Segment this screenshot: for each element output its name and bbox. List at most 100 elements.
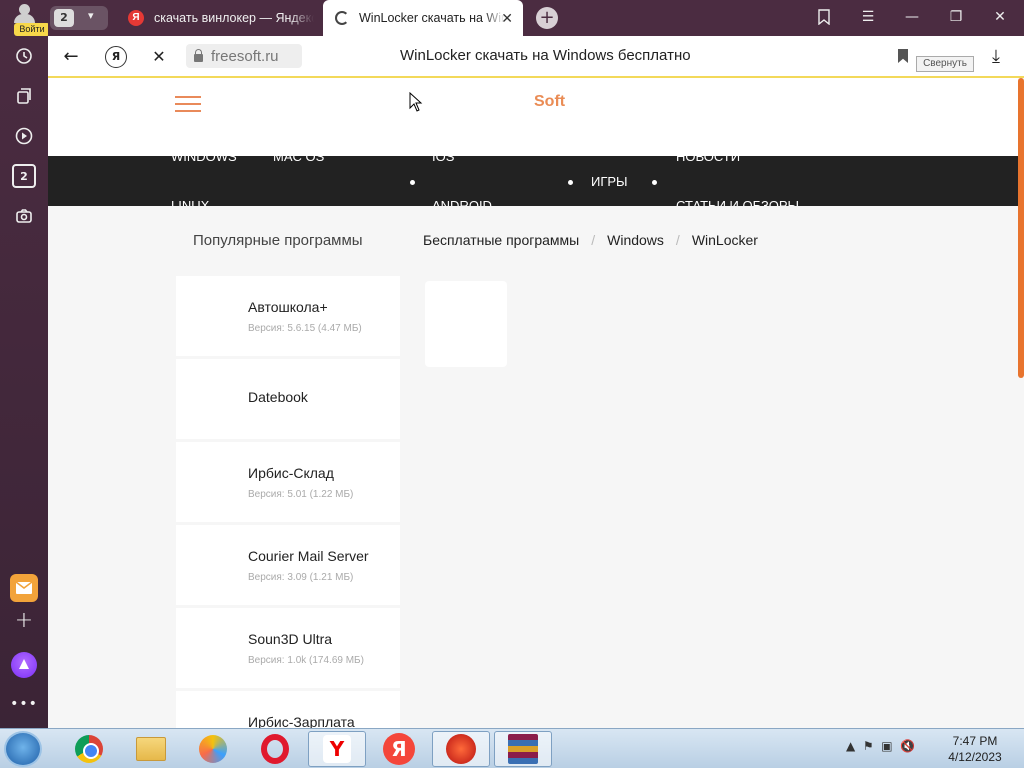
taskbar-chrome[interactable] — [60, 731, 118, 767]
tab-title: WinLocker скачать на Windows — [359, 11, 505, 25]
clock-date: 4/12/2023 — [948, 750, 1002, 764]
chrome-icon — [75, 735, 103, 763]
new-tab-button[interactable]: + — [536, 7, 558, 29]
program-name[interactable]: Courier Mail Server — [248, 548, 369, 564]
tooltip: Свернуть — [916, 56, 974, 72]
wot-icon — [446, 734, 476, 764]
breadcrumb-winlocker: WinLocker — [691, 232, 758, 248]
taskbar-explorer[interactable] — [122, 731, 180, 767]
taskbar-opera[interactable] — [246, 731, 304, 767]
program-card[interactable]: Courier Mail Server Версия: 3.09 (1.21 М… — [176, 525, 400, 605]
program-thumbnail — [425, 281, 507, 367]
program-card[interactable]: Datebook — [176, 359, 400, 439]
browser-sidebar: Войти 2 + ••• — [0, 0, 50, 728]
add-icon[interactable]: + — [12, 608, 36, 633]
mail-icon[interactable] — [10, 574, 38, 602]
breadcrumb-windows[interactable]: Windows — [607, 232, 664, 248]
hamburger-menu-icon[interactable] — [175, 96, 201, 117]
program-card[interactable]: Ирбис-Склад Версия: 5.01 (1.22 МБ) — [176, 442, 400, 522]
site-header: Soft — [48, 78, 1018, 156]
loading-spinner-icon — [335, 11, 349, 25]
program-version: Версия: 5.6.15 (4.47 МБ) — [248, 323, 362, 334]
restore-icon[interactable]: ❐ — [946, 9, 966, 25]
nav-macos[interactable]: MAC OS — [273, 156, 324, 164]
mouse-cursor-icon — [409, 92, 423, 112]
site-logo[interactable]: Soft — [534, 93, 565, 111]
nav-news[interactable]: НОВОСТИ — [676, 156, 740, 164]
popular-programs-list: Автошкола+ Версия: 5.6.15 (4.47 МБ) Date… — [176, 276, 400, 728]
taskbar-winrar[interactable] — [494, 731, 552, 767]
menu-icon[interactable]: ☰ — [858, 9, 878, 25]
tab-title: скачать винлокер — Яндекс — [154, 11, 314, 25]
page-scrollbar[interactable] — [1018, 78, 1024, 378]
collections-icon[interactable] — [12, 84, 36, 108]
alice-icon[interactable] — [11, 652, 37, 678]
chevron-down-icon: ▾ — [88, 9, 94, 22]
url-field[interactable]: freesoft.ru — [186, 44, 302, 68]
windows-taskbar: Y Я ▲ ⚑ ▣ 🔇 7:47 PM 4/12/2023 — [0, 728, 1024, 768]
tab-winlocker[interactable]: WinLocker скачать на Windows ✕ — [323, 0, 523, 36]
nav-articles[interactable]: СТАТЬИ И ОБЗОРЫ — [676, 198, 799, 206]
start-button[interactable] — [4, 731, 42, 767]
nav-games[interactable]: ИГРЫ — [591, 174, 628, 189]
popular-programs-heading: Популярные программы — [193, 232, 363, 249]
site-nav: WINDOWS MAC OS IOS ANDROID ИГРЫ НОВОСТИ … — [48, 156, 1018, 206]
tab-yandex-search[interactable]: Я скачать винлокер — Яндекс — [128, 0, 322, 36]
breadcrumb-separator: / — [675, 232, 680, 248]
program-name[interactable]: Datebook — [248, 389, 308, 405]
yandex-browser-icon: Y — [323, 735, 351, 763]
history-icon[interactable] — [12, 44, 36, 68]
nav-bullet — [568, 180, 573, 185]
download-icon[interactable]: ⤓ — [992, 46, 1000, 67]
nav-ios[interactable]: IOS — [432, 156, 454, 164]
clock[interactable]: 7:47 PM 4/12/2023 — [940, 733, 1010, 765]
winrar-icon — [508, 734, 538, 764]
back-arrow-icon[interactable]: ← — [60, 46, 82, 68]
yandex-icon: Я — [383, 733, 415, 765]
breadcrumb-separator: / — [591, 232, 596, 248]
nav-linux[interactable]: LINUX — [171, 198, 209, 206]
tabs-count-icon[interactable]: 2 — [12, 164, 36, 188]
browser-icon — [199, 735, 227, 763]
login-label[interactable]: Войти — [14, 23, 50, 36]
clock-time: 7:47 PM — [952, 734, 998, 748]
taskbar-wot[interactable] — [432, 731, 490, 767]
stop-loading-icon[interactable]: ✕ — [148, 46, 170, 68]
yandex-button[interactable]: Я — [105, 46, 127, 68]
program-name[interactable]: Soun3D Ultra — [248, 631, 332, 647]
nav-android[interactable]: ANDROID — [432, 198, 492, 206]
breadcrumb-free-programs[interactable]: Бесплатные программы — [423, 232, 579, 248]
taskbar-browser[interactable] — [184, 731, 242, 767]
nav-bullet — [652, 180, 657, 185]
bookmark-icon[interactable] — [898, 49, 908, 63]
address-bar: ← Я ✕ freesoft.ru WinLocker скачать на W… — [48, 36, 1024, 78]
profile-avatar[interactable]: Войти — [8, 4, 50, 36]
program-version: Версия: 5.01 (1.22 МБ) — [248, 489, 354, 500]
more-icon[interactable]: ••• — [10, 692, 37, 716]
program-name[interactable]: Ирбис-Зарплата — [248, 714, 355, 728]
program-name[interactable]: Автошкола+ — [248, 299, 328, 315]
tab-groups-button[interactable]: 2 ▾ — [50, 6, 108, 30]
program-version: Версия: 1.0k (174.69 МБ) — [248, 655, 364, 666]
web-page: Soft WINDOWS MAC OS IOS ANDROID ИГРЫ НОВ… — [48, 78, 1024, 728]
explorer-icon — [136, 737, 166, 761]
taskbar-yandex[interactable]: Я — [370, 731, 428, 767]
close-tab-icon[interactable]: ✕ — [501, 10, 513, 27]
nav-windows[interactable]: WINDOWS — [171, 156, 237, 164]
bookmarks-panel-icon[interactable] — [814, 9, 834, 29]
lock-icon — [194, 49, 203, 62]
close-window-icon[interactable]: ✕ — [990, 9, 1010, 25]
page-title: WinLocker скачать на Windows бесплатно — [400, 47, 691, 64]
screenshot-icon[interactable] — [12, 204, 36, 228]
nav-bullet — [410, 180, 415, 185]
video-icon[interactable] — [12, 124, 36, 148]
program-card[interactable]: Ирбис-Зарплата — [176, 691, 400, 728]
taskbar-yandex-browser[interactable]: Y — [308, 731, 366, 767]
system-tray[interactable]: ▲ ⚑ ▣ 🔇 — [846, 739, 915, 753]
program-card[interactable]: Автошкола+ Версия: 5.6.15 (4.47 МБ) — [176, 276, 400, 356]
url-host: freesoft.ru — [211, 47, 279, 65]
minimize-icon[interactable]: — — [902, 9, 922, 25]
program-card[interactable]: Soun3D Ultra Версия: 1.0k (174.69 МБ) — [176, 608, 400, 688]
program-name[interactable]: Ирбис-Склад — [248, 465, 334, 481]
yandex-favicon-icon: Я — [128, 10, 144, 26]
